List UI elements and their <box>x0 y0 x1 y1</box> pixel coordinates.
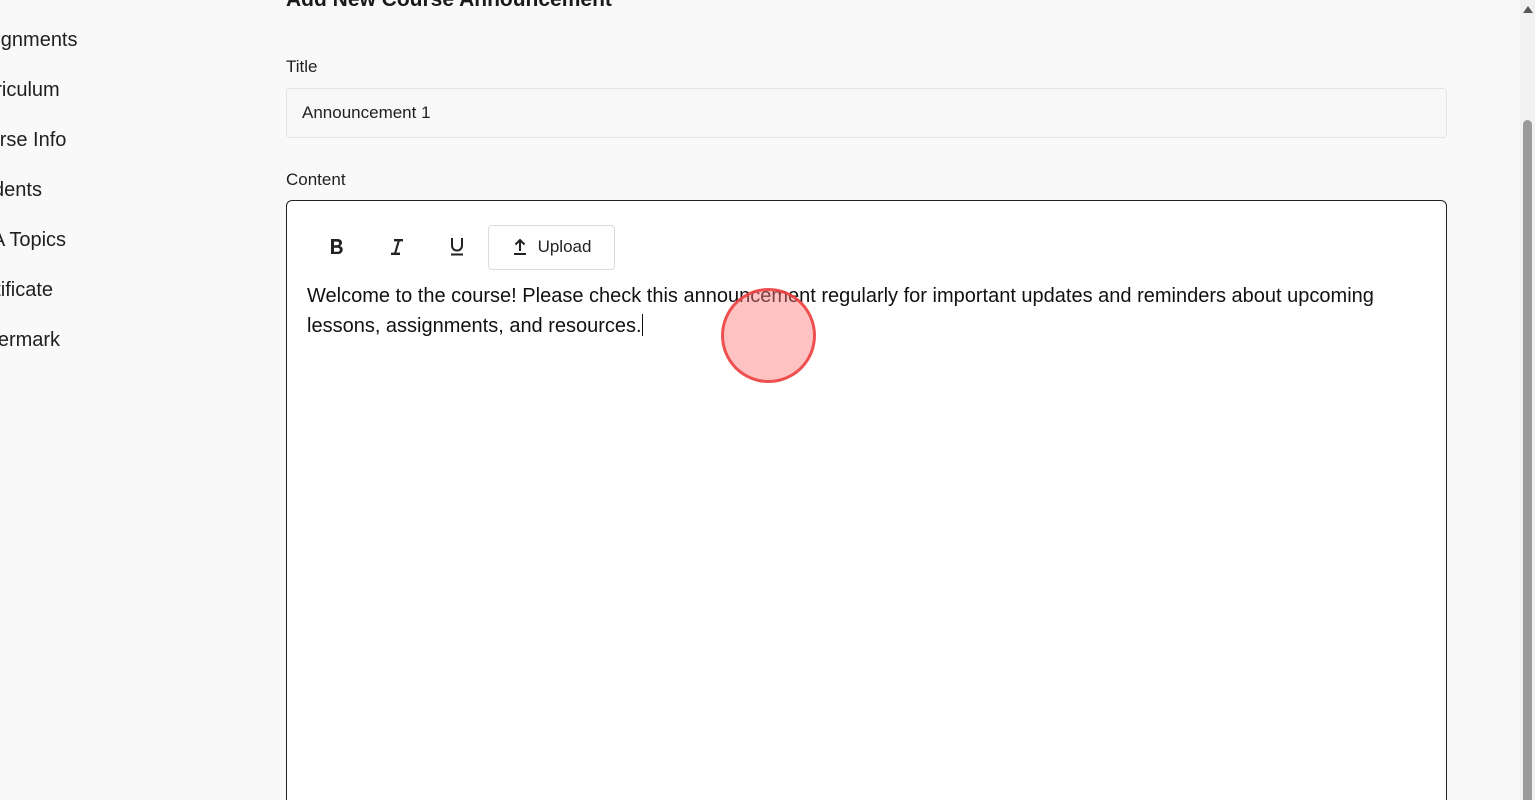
sidebar-item-students[interactable]: Students <box>0 175 42 205</box>
editor-text: Welcome to the course! Please check this… <box>307 285 1374 337</box>
sidebar-item-curriculum[interactable]: Curriculum <box>0 75 60 105</box>
sidebar-item-assignments[interactable]: Assignments <box>0 25 78 55</box>
sidebar: Assignments Curriculum Course Info Stude… <box>0 0 240 800</box>
upload-button[interactable]: Upload <box>488 224 615 270</box>
page-title: Add New Course Announcement <box>286 0 612 12</box>
content-editor[interactable]: Upload Welcome to the course! Please che… <box>286 200 1447 800</box>
underline-button[interactable] <box>427 224 487 270</box>
bold-icon <box>331 239 343 254</box>
scrollbar-thumb[interactable] <box>1523 120 1532 800</box>
announcement-form: Add New Course Announcement Title Conten… <box>286 0 1447 800</box>
vertical-scrollbar[interactable] <box>1520 0 1535 800</box>
upload-label: Upload <box>537 237 592 256</box>
italic-button[interactable] <box>367 224 427 270</box>
sidebar-item-course-info[interactable]: Course Info <box>0 125 66 155</box>
text-caret <box>641 314 643 336</box>
sidebar-item-qa-topics[interactable]: Q&A Topics <box>0 225 66 255</box>
page: Assignments Curriculum Course Info Stude… <box>0 0 1535 800</box>
editor-toolbar: Upload <box>307 224 615 270</box>
title-label: Title <box>286 57 318 76</box>
sidebar-item-watermark[interactable]: Watermark <box>0 325 60 355</box>
underline-icon <box>451 238 463 256</box>
italic-icon <box>391 239 403 255</box>
title-input[interactable] <box>286 88 1447 138</box>
bold-button[interactable] <box>307 224 367 270</box>
scroll-up-arrow-icon[interactable] <box>1523 6 1533 13</box>
content-label: Content <box>286 170 346 189</box>
sidebar-item-certificate[interactable]: Certificate <box>0 275 53 305</box>
editor-content[interactable]: Welcome to the course! Please check this… <box>307 281 1417 341</box>
upload-icon <box>513 238 526 255</box>
